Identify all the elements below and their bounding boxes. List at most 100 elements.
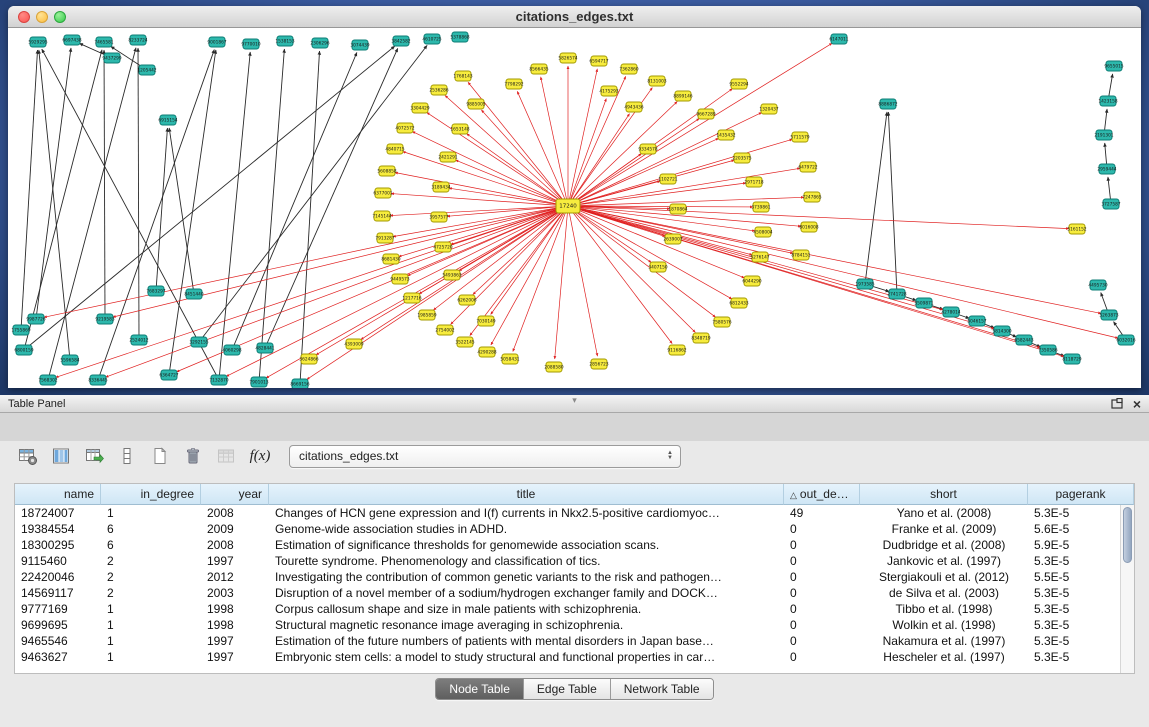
svg-text:6582443: 6582443 bbox=[1014, 338, 1033, 344]
table-cell: Investigating the contribution of common… bbox=[269, 569, 784, 585]
column-header-year[interactable]: year bbox=[201, 484, 269, 505]
network-desktop: citations_edges.txt 17240176814325362863… bbox=[0, 0, 1149, 395]
svg-text:1320437: 1320437 bbox=[759, 107, 778, 113]
svg-text:4278014: 4278014 bbox=[941, 310, 960, 316]
table-cell: 5.6E-5 bbox=[1028, 521, 1134, 537]
network-window: citations_edges.txt 17240176814325362863… bbox=[8, 6, 1141, 388]
svg-text:17240: 17240 bbox=[559, 204, 577, 210]
tab-node-table[interactable]: Node Table bbox=[436, 679, 524, 699]
svg-text:5929295: 5929295 bbox=[28, 40, 47, 46]
column-header-name[interactable]: name bbox=[15, 484, 101, 505]
svg-text:2971718: 2971718 bbox=[744, 180, 763, 186]
table-cell: Dudbridge et al. (2008) bbox=[860, 537, 1028, 553]
table-mode-tabs: Node Table Edge Table Network Table bbox=[435, 678, 713, 700]
svg-text:2959444: 2959444 bbox=[1097, 167, 1116, 173]
table-cell: 5.3E-5 bbox=[1028, 617, 1134, 633]
table-row[interactable]: 1830029562008Estimation of significance … bbox=[15, 537, 1134, 553]
svg-text:7247865: 7247865 bbox=[802, 195, 821, 201]
table-body: 1872400712008Changes of HCN gene express… bbox=[15, 505, 1134, 665]
svg-text:8784151: 8784151 bbox=[791, 253, 810, 259]
svg-text:5161152: 5161152 bbox=[1067, 227, 1086, 233]
table-row[interactable]: 1456911722003Disruption of a novel membe… bbox=[15, 585, 1134, 601]
svg-text:2421291: 2421291 bbox=[438, 155, 457, 161]
svg-text:5711579: 5711579 bbox=[790, 135, 809, 141]
svg-text:2203575: 2203575 bbox=[732, 156, 751, 162]
table-row[interactable]: 1938455462009Genome-wide association stu… bbox=[15, 521, 1134, 537]
svg-text:3292155: 3292155 bbox=[189, 340, 208, 346]
svg-text:1755869: 1755869 bbox=[11, 328, 30, 334]
svg-text:1973585: 1973585 bbox=[855, 282, 874, 288]
svg-text:9219583: 9219583 bbox=[95, 317, 114, 323]
table-cell: 1 bbox=[101, 617, 201, 633]
table-cell: 1 bbox=[101, 505, 201, 521]
svg-text:2856723: 2856723 bbox=[589, 362, 608, 368]
svg-text:1217716: 1217716 bbox=[402, 296, 421, 302]
table-cell: Estimation of significance thresholds fo… bbox=[269, 537, 784, 553]
table-row[interactable]: 946362711997Embryonic stem cells: a mode… bbox=[15, 649, 1134, 665]
column-header-in-degree[interactable]: in_degree bbox=[101, 484, 201, 505]
table-cell: 5.3E-5 bbox=[1028, 553, 1134, 569]
svg-text:2191301: 2191301 bbox=[1094, 133, 1113, 139]
create-column-icon[interactable] bbox=[146, 443, 174, 469]
svg-text:6377001: 6377001 bbox=[373, 191, 392, 197]
table-cell: Tourette syndrome. Phenomenology and cla… bbox=[269, 553, 784, 569]
table-cell: 0 bbox=[784, 585, 860, 601]
table-source-select[interactable]: citations_edges.txt ▲▼ bbox=[289, 445, 681, 468]
row-tools-icon[interactable] bbox=[113, 443, 141, 469]
table-cell: 0 bbox=[784, 633, 860, 649]
svg-text:9770010: 9770010 bbox=[241, 42, 260, 48]
delete-table-icon bbox=[212, 443, 240, 469]
svg-text:7145144: 7145144 bbox=[372, 214, 391, 220]
table-row[interactable]: 969969511998Structural magnetic resonanc… bbox=[15, 617, 1134, 633]
table-scrollbar[interactable] bbox=[1120, 505, 1134, 673]
svg-text:3522145: 3522145 bbox=[455, 340, 474, 346]
network-window-titlebar[interactable]: citations_edges.txt bbox=[8, 6, 1141, 28]
scrollbar-thumb[interactable] bbox=[1123, 507, 1132, 563]
close-panel-icon[interactable]: × bbox=[1133, 397, 1141, 411]
splitter-handle-icon[interactable]: ▾ bbox=[572, 395, 577, 405]
show-columns-icon[interactable] bbox=[47, 443, 75, 469]
table-cell: 5.5E-5 bbox=[1028, 569, 1134, 585]
table-cell: Yano et al. (2008) bbox=[860, 505, 1028, 521]
column-header-title[interactable]: title bbox=[269, 484, 784, 505]
float-panel-icon[interactable] bbox=[1111, 398, 1123, 409]
table-cell: 5.9E-5 bbox=[1028, 537, 1134, 553]
table-cell: de Silva et al. (2003) bbox=[860, 585, 1028, 601]
svg-text:6800159: 6800159 bbox=[14, 348, 33, 354]
svg-text:4175293: 4175293 bbox=[599, 89, 618, 95]
svg-text:3739861: 3739861 bbox=[751, 205, 770, 211]
delete-column-icon[interactable] bbox=[179, 443, 207, 469]
import-table-icon[interactable] bbox=[80, 443, 108, 469]
network-canvas[interactable]: 1724017681432536286330442940725724840715… bbox=[8, 28, 1141, 388]
column-header-out-degree[interactable]: △out_de… bbox=[784, 484, 860, 505]
svg-text:7132870: 7132870 bbox=[209, 378, 228, 384]
tab-network-table[interactable]: Network Table bbox=[611, 679, 713, 699]
svg-text:6594717: 6594717 bbox=[589, 59, 608, 65]
tab-edge-table[interactable]: Edge Table bbox=[524, 679, 611, 699]
table-cell: 2 bbox=[101, 553, 201, 569]
table-row[interactable]: 977716911998Corpus callosum shape and si… bbox=[15, 601, 1134, 617]
table-panel-titlebar[interactable]: Table Panel ▾ × bbox=[0, 395, 1149, 413]
column-settings-icon[interactable] bbox=[14, 443, 42, 469]
table-cell: 1998 bbox=[201, 601, 269, 617]
svg-text:3624866: 3624866 bbox=[299, 357, 318, 363]
svg-text:7580576: 7580576 bbox=[712, 320, 731, 326]
svg-text:7350586: 7350586 bbox=[1038, 348, 1057, 354]
table-row[interactable]: 2242004622012Investigating the contribut… bbox=[15, 569, 1134, 585]
table-panel: f(x) citations_edges.txt ▲▼ name in_degr… bbox=[0, 441, 1149, 727]
column-header-short[interactable]: short bbox=[860, 484, 1028, 505]
table-row[interactable]: 1872400712008Changes of HCN gene express… bbox=[15, 505, 1134, 521]
svg-text:2088580: 2088580 bbox=[544, 365, 563, 371]
table-cell: Nakamura et al. (1997) bbox=[860, 633, 1028, 649]
table-row[interactable]: 946554611997Estimation of the future num… bbox=[15, 633, 1134, 649]
table-cell: 5.3E-5 bbox=[1028, 601, 1134, 617]
column-header-pagerank[interactable]: pagerank bbox=[1028, 484, 1134, 505]
table-panel-title: Table Panel bbox=[8, 398, 66, 410]
function-builder-icon[interactable]: f(x) bbox=[245, 448, 275, 465]
svg-text:7362860: 7362860 bbox=[619, 67, 638, 73]
table-cell: 9115460 bbox=[15, 553, 101, 569]
svg-text:4725720: 4725720 bbox=[433, 245, 452, 251]
svg-text:6915154: 6915154 bbox=[158, 118, 177, 124]
table-row[interactable]: 911546021997Tourette syndrome. Phenomeno… bbox=[15, 553, 1134, 569]
table-cell: 0 bbox=[784, 553, 860, 569]
